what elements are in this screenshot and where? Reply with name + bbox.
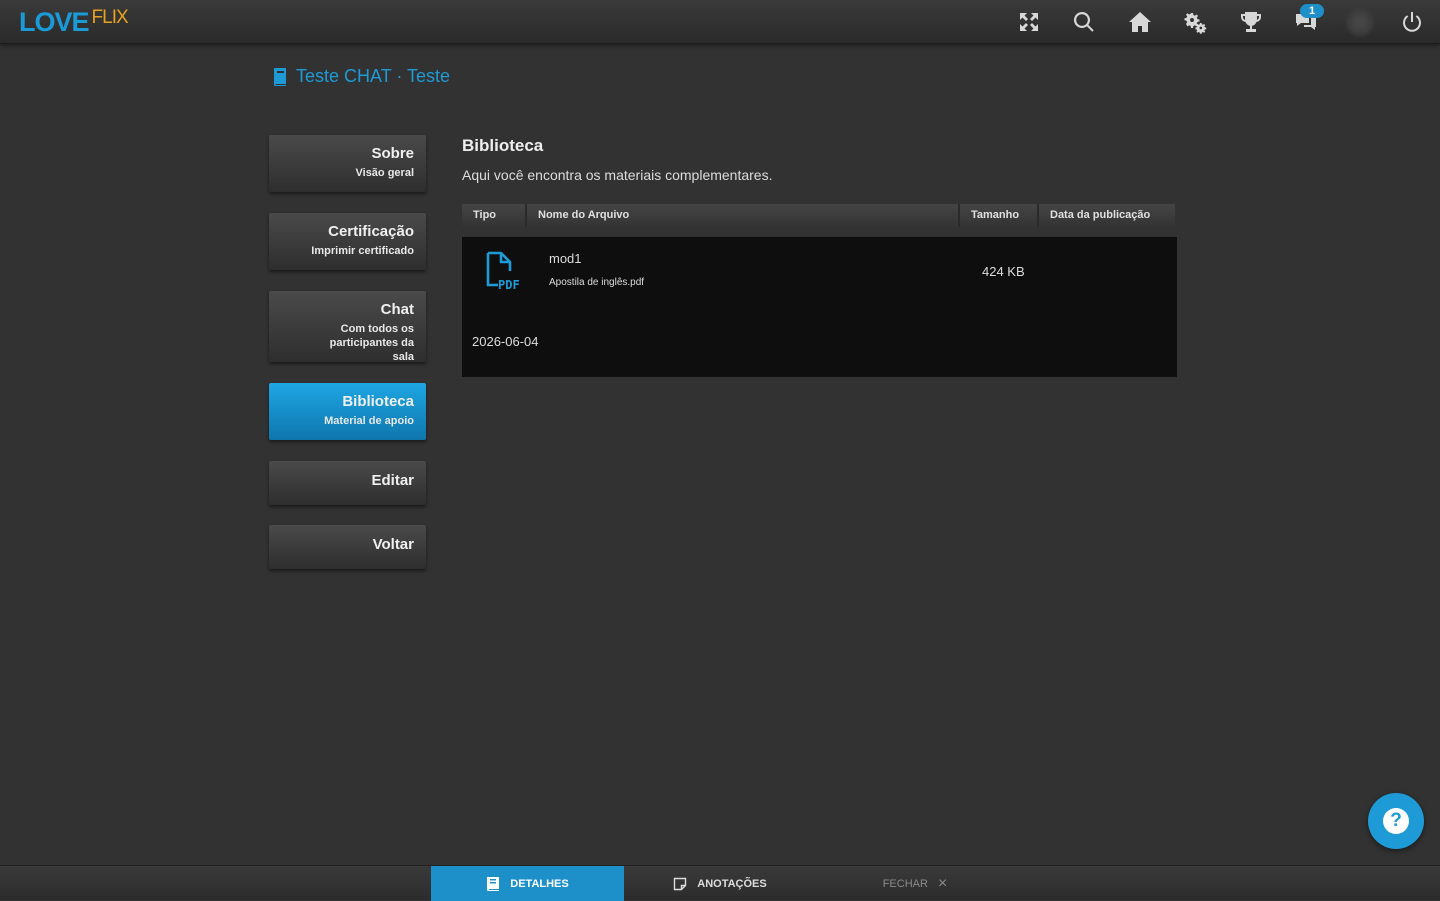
sidebar-item-title: Chat bbox=[380, 301, 414, 318]
logo-love: LOVE bbox=[19, 7, 90, 37]
file-date: 2026-06-04 bbox=[472, 334, 539, 349]
sidebar-item-chat[interactable]: Chat Com todos os participantes da sala bbox=[269, 291, 426, 363]
tab-detalhes[interactable]: DETALHES bbox=[431, 866, 624, 901]
tab-label: ANOTAÇÕES bbox=[697, 877, 767, 890]
sidebar-item-subtitle: Visão geral bbox=[355, 167, 415, 179]
table-row[interactable]: PDF mod1 Apostila de inglês.pdf 424 KB 2… bbox=[462, 237, 1177, 377]
close-icon: × bbox=[937, 874, 948, 892]
search-icon[interactable] bbox=[1069, 7, 1099, 37]
pdf-file-icon[interactable]: PDF bbox=[484, 251, 526, 295]
tab-anotacoes[interactable]: ANOTAÇÕES bbox=[640, 866, 800, 901]
column-header-tipo[interactable]: Tipo bbox=[462, 204, 527, 227]
table-header: Tipo Nome do Arquivo Tamanho Data da pub… bbox=[462, 204, 1175, 227]
sidebar-item-editar[interactable]: Editar bbox=[269, 461, 426, 505]
help-button[interactable]: ? bbox=[1368, 793, 1424, 849]
sidebar-item-certificacao[interactable]: Certificação Imprimir certificado bbox=[269, 213, 426, 270]
fullscreen-icon[interactable] bbox=[1014, 7, 1044, 37]
page-title: Biblioteca bbox=[462, 136, 544, 155]
file-size: 424 KB bbox=[982, 264, 1025, 279]
sidebar-item-title: Biblioteca bbox=[342, 393, 414, 410]
help-icon: ? bbox=[1383, 808, 1409, 834]
sidebar-item-title: Editar bbox=[371, 472, 414, 489]
sidebar-item-title: Certificação bbox=[328, 223, 414, 240]
home-icon[interactable] bbox=[1125, 7, 1155, 37]
trophy-icon[interactable] bbox=[1236, 7, 1266, 37]
close-label: FECHAR bbox=[882, 877, 928, 890]
logo-flix: FLIX bbox=[91, 7, 129, 28]
book-icon bbox=[487, 876, 500, 891]
tab-label: DETALHES bbox=[510, 877, 569, 890]
sidebar-item-title: Sobre bbox=[371, 145, 414, 162]
column-header-data[interactable]: Data da publicação bbox=[1039, 204, 1175, 227]
book-icon bbox=[274, 67, 286, 86]
gears-icon[interactable] bbox=[1180, 7, 1210, 37]
sidebar-item-subtitle: Material de apoio bbox=[324, 415, 414, 427]
breadcrumb-text[interactable]: Teste CHAT · Teste bbox=[296, 66, 450, 87]
top-bar: LOVE FLIX 1 bbox=[0, 0, 1440, 44]
breadcrumb[interactable]: Teste CHAT · Teste bbox=[272, 66, 450, 87]
logo[interactable]: LOVE FLIX bbox=[19, 7, 129, 37]
power-icon[interactable] bbox=[1397, 7, 1427, 37]
svg-text:PDF: PDF bbox=[498, 278, 520, 292]
file-name: Apostila de inglês.pdf bbox=[549, 277, 645, 288]
note-icon bbox=[674, 877, 687, 890]
column-header-nome[interactable]: Nome do Arquivo bbox=[527, 204, 960, 227]
sidebar-item-voltar[interactable]: Voltar bbox=[269, 525, 426, 569]
sidebar-item-subtitle: Imprimir certificado bbox=[311, 245, 414, 257]
sidebar-item-sobre[interactable]: Sobre Visão geral bbox=[269, 135, 426, 192]
sidebar-item-biblioteca[interactable]: Biblioteca Material de apoio bbox=[269, 383, 426, 440]
bottom-bar: DETALHES ANOTAÇÕES FECHAR × bbox=[0, 865, 1440, 901]
chat-badge: 1 bbox=[1300, 4, 1324, 18]
close-button[interactable]: FECHAR × bbox=[870, 866, 960, 901]
column-header-tamanho[interactable]: Tamanho bbox=[960, 204, 1039, 227]
sidebar-item-subtitle: Com todos os participantes da sala bbox=[329, 323, 414, 363]
page-description: Aqui você encontra os materiais compleme… bbox=[462, 167, 773, 183]
chat-icon[interactable]: 1 bbox=[1291, 4, 1324, 37]
sidebar-item-title: Voltar bbox=[372, 536, 414, 553]
file-title[interactable]: mod1 bbox=[549, 251, 582, 266]
avatar[interactable] bbox=[1346, 8, 1374, 36]
